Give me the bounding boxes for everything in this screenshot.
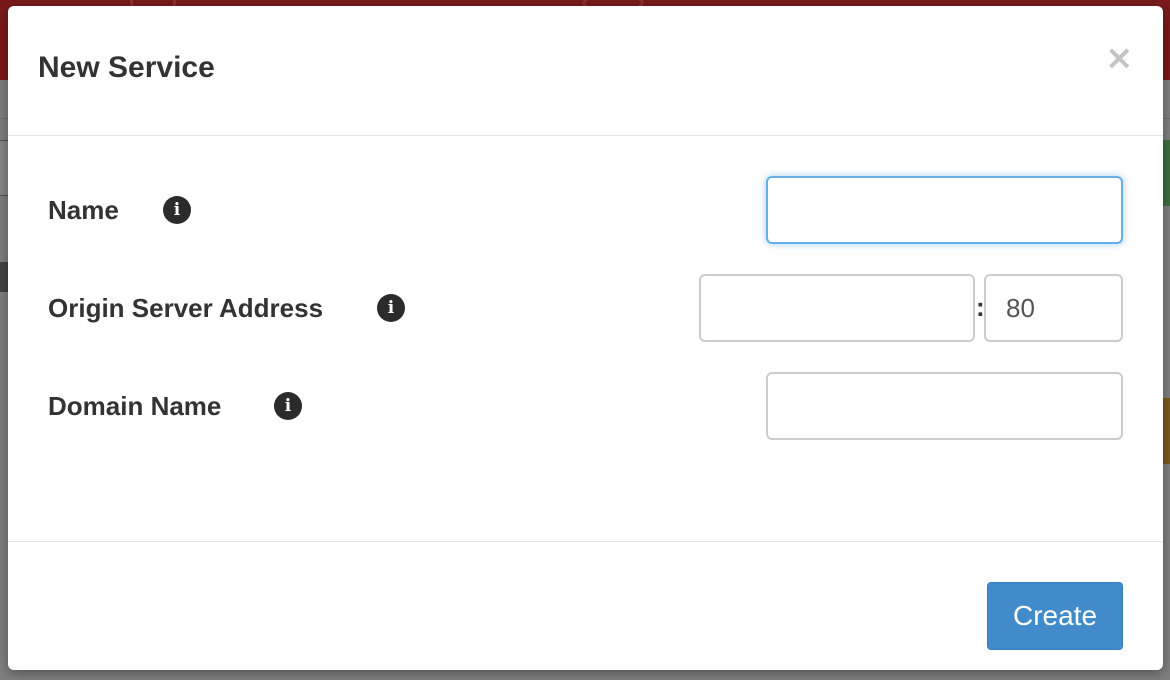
origin-server-info-icon[interactable]: i [377, 294, 405, 322]
domain-name-info-icon[interactable]: i [274, 392, 302, 420]
name-info-icon[interactable]: i [163, 196, 191, 224]
origin-server-port-input[interactable] [984, 274, 1123, 342]
domain-name-label: Domain Name [48, 390, 222, 421]
close-button[interactable]: × [1105, 40, 1134, 76]
background-text [0, 262, 8, 292]
create-button[interactable]: Create [987, 582, 1123, 650]
domain-name-input[interactable] [766, 372, 1123, 440]
modal-header: New Service × [8, 6, 1163, 136]
origin-server-label: Origin Server Address [48, 292, 324, 323]
modal-footer: Create [8, 541, 1163, 671]
origin-server-address-input[interactable] [699, 274, 975, 342]
name-label: Name [48, 194, 119, 225]
domain-name-row: Domain Name i [8, 372, 1163, 440]
name-row: Name i [8, 176, 1163, 244]
modal-title: New Service [38, 51, 215, 84]
new-service-modal: New Service × Name i Origin Server Addre… [8, 6, 1163, 670]
origin-server-row: Origin Server Address i : [8, 274, 1163, 342]
name-input[interactable] [766, 176, 1123, 244]
